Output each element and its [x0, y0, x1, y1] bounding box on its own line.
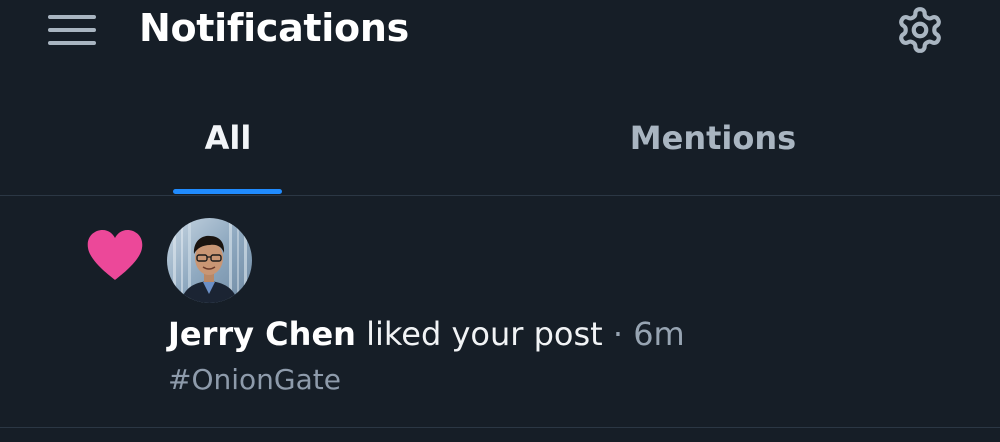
post-snippet: #OnionGate — [168, 363, 341, 396]
avatar[interactable] — [167, 218, 252, 303]
heart-icon — [87, 230, 143, 280]
tab-bar: All Mentions — [0, 96, 1000, 194]
tab-all[interactable]: All — [150, 96, 306, 194]
tab-mentions[interactable]: Mentions — [600, 96, 826, 194]
separator-dot: · — [612, 315, 624, 353]
notification-item[interactable]: Jerry Chen liked your post · 6m #OnionGa… — [0, 196, 1000, 427]
active-tab-indicator — [173, 189, 282, 194]
notification-time: 6m — [633, 315, 685, 353]
tab-all-label: All — [204, 119, 252, 157]
settings-button[interactable] — [892, 4, 948, 56]
tab-mentions-label: Mentions — [629, 119, 797, 157]
notification-text: Jerry Chen liked your post · 6m — [168, 312, 685, 356]
page-title: Notifications — [139, 6, 409, 50]
author-name[interactable]: Jerry Chen — [168, 315, 356, 353]
notification-action: liked your post — [366, 315, 603, 353]
notifications-screen: Notifications All Mentions Jerry Chen li… — [0, 0, 1000, 442]
menu-button[interactable] — [44, 8, 100, 52]
hamburger-menu-icon — [48, 15, 96, 45]
avatar-photo — [167, 218, 252, 303]
item-divider — [0, 427, 1000, 428]
gear-icon — [899, 7, 941, 53]
top-bar: Notifications — [0, 0, 1000, 60]
